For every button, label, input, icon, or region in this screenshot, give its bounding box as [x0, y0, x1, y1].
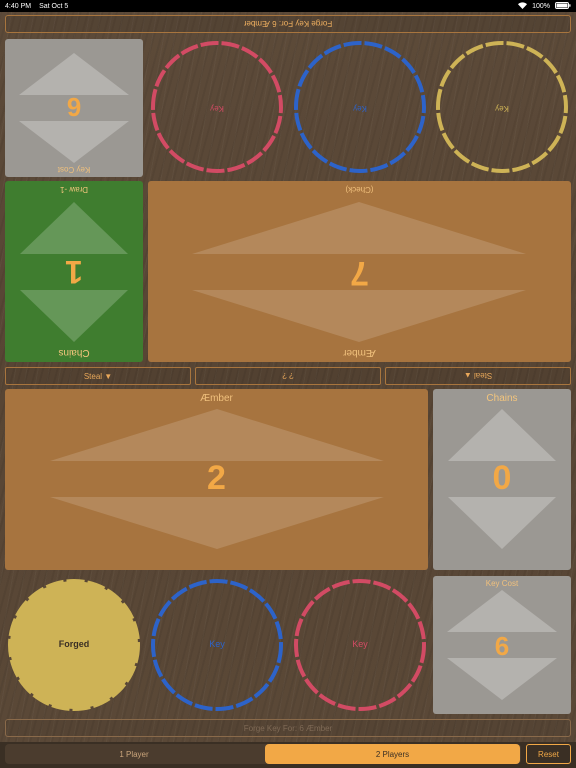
one-player-label: 1 Player	[119, 749, 149, 759]
bottom-aember-increment-icon[interactable]	[49, 409, 384, 461]
top-chains-panel[interactable]: Chains 1 Draw -1	[5, 181, 143, 362]
bottom-aember-label: Æmber	[200, 393, 233, 404]
top-key-cost-value: 6	[66, 92, 82, 122]
top-key-red[interactable]: Key	[148, 38, 286, 176]
bottom-key-cost-decrement-icon[interactable]	[447, 658, 557, 700]
status-bar: 4:40 PM Sat Oct 5 100%	[0, 0, 576, 12]
bottom-key-cost-increment-icon[interactable]	[447, 590, 557, 632]
top-aember-sub: (Check)	[345, 185, 374, 194]
status-time: 4:40 PM	[5, 2, 32, 10]
bottom-aember-decrement-icon[interactable]	[49, 497, 384, 549]
bottom-forge-key-label: Forge Key For: 6 Æmber	[243, 723, 333, 733]
top-key-yellow[interactable]: Key	[433, 38, 571, 176]
bottom-key-blue-label: Key	[209, 639, 225, 649]
top-chains-label: Chains	[58, 347, 90, 358]
two-players-button[interactable]: 2 Players	[265, 744, 520, 764]
bottom-key-blue[interactable]: Key	[148, 576, 286, 714]
steal-down-label: Steal ▼	[83, 371, 113, 381]
random-label: ? ?	[282, 371, 294, 381]
bottom-chains-value: 0	[492, 459, 512, 497]
top-aember-increment-icon[interactable]	[192, 290, 527, 342]
top-key-cost-decrement-icon[interactable]	[19, 53, 129, 95]
two-players-label: 2 Players	[375, 749, 410, 759]
bottom-aember-panel[interactable]: Æmber 2	[5, 389, 428, 570]
bottom-forge-key-button[interactable]: Forge Key For: 6 Æmber	[5, 719, 571, 737]
bottom-key-yellow-label: Forged	[58, 639, 90, 649]
top-forge-key-button[interactable]: Forge Key For: 6 Æmber	[5, 15, 571, 33]
top-key-cost-label: Key Cost	[57, 165, 91, 174]
bottom-key-red[interactable]: Key	[291, 576, 429, 714]
battery-icon	[555, 1, 571, 11]
bottom-key-cost-value: 6	[494, 631, 510, 661]
battery-percent: 100%	[532, 2, 550, 10]
steal-up-label: Steal ▲	[463, 371, 493, 381]
steal-up-button[interactable]: Steal ▲	[385, 367, 571, 385]
top-aember-label: Æmber	[343, 347, 376, 358]
top-aember-panel[interactable]: Æmber 7 (Check)	[148, 181, 571, 362]
reset-label: Reset	[538, 749, 559, 759]
bottom-key-cost-panel[interactable]: Key Cost 6	[433, 576, 571, 714]
top-key-cost-increment-icon[interactable]	[19, 121, 129, 163]
wifi-icon	[518, 1, 528, 11]
random-button[interactable]: ? ?	[195, 367, 381, 385]
top-chains-sub: Draw -1	[60, 185, 89, 194]
bottom-chains-panel[interactable]: Chains 0	[433, 389, 571, 570]
reset-button[interactable]: Reset	[526, 744, 571, 764]
one-player-button[interactable]: 1 Player	[5, 744, 263, 764]
top-key-red-label: Key	[210, 104, 224, 113]
top-aember-decrement-icon[interactable]	[192, 202, 527, 254]
bottom-key-cost-label: Key Cost	[485, 579, 519, 588]
top-key-blue-label: Key	[353, 104, 367, 113]
top-chains-increment-icon[interactable]	[20, 290, 128, 342]
top-chains-value: 1	[65, 254, 83, 290]
bottom-chains-label: Chains	[486, 393, 518, 404]
top-key-blue[interactable]: Key	[291, 38, 429, 176]
status-date: Sat Oct 5	[39, 2, 69, 10]
top-key-yellow-label: Key	[495, 104, 509, 113]
bottom-aember-value: 2	[207, 459, 226, 497]
bottom-chains-increment-icon[interactable]	[448, 409, 556, 461]
bottom-chains-decrement-icon[interactable]	[448, 497, 556, 549]
bottom-key-yellow-forged[interactable]: Forged	[5, 576, 143, 714]
steal-down-button[interactable]: Steal ▼	[5, 367, 191, 385]
top-aember-value: 7	[350, 254, 369, 292]
top-forge-key-label: Forge Key For: 6 Æmber	[243, 19, 333, 29]
top-key-cost-panel[interactable]: Key Cost 6	[5, 39, 143, 177]
top-chains-decrement-icon[interactable]	[20, 202, 128, 254]
bottom-key-red-label: Key	[352, 639, 368, 649]
